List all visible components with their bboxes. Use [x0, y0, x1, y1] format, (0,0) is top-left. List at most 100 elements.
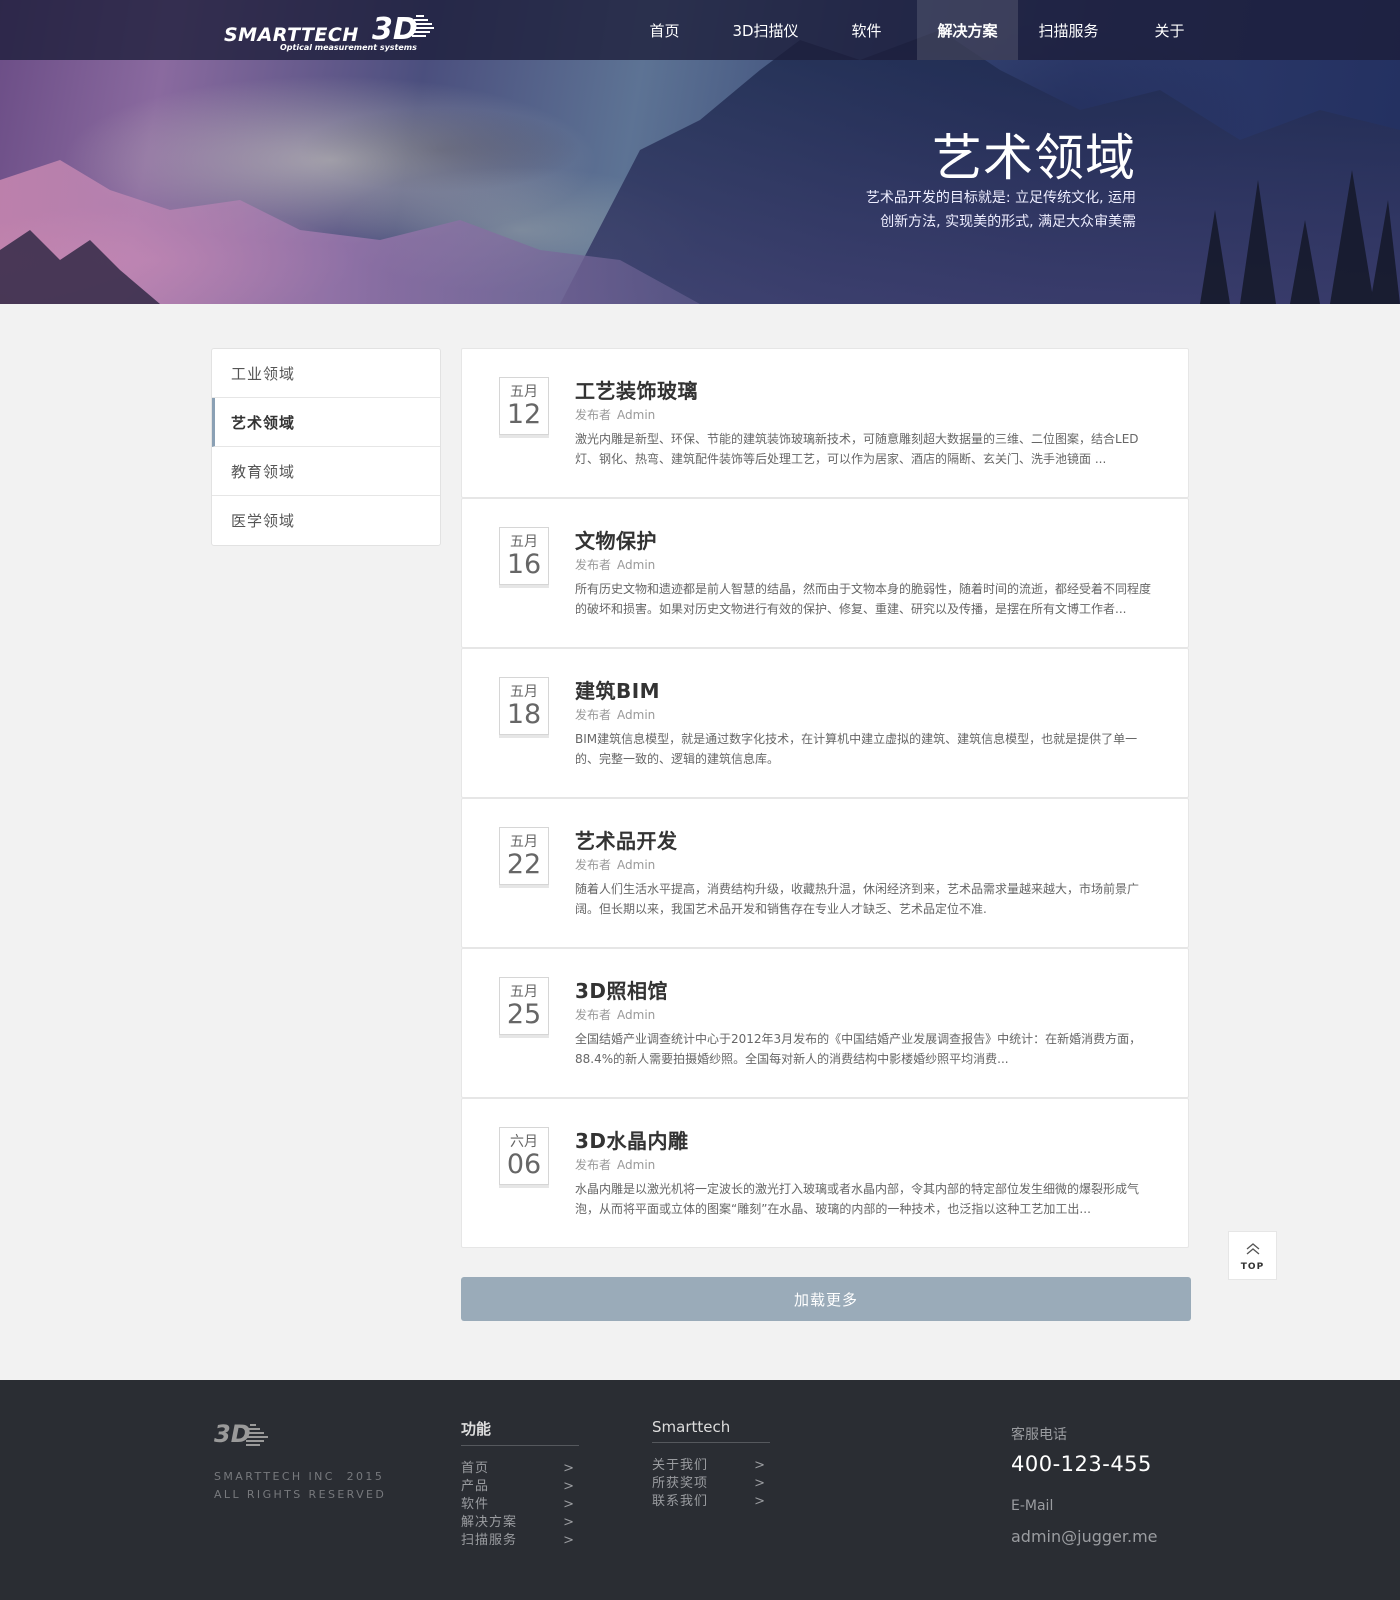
article-author: Admin [617, 1158, 656, 1172]
footer-link-label: 软件 [461, 1497, 490, 1512]
nav-item-software[interactable]: 软件 [816, 0, 917, 60]
chevron-right-icon: > [754, 1494, 766, 1509]
logo-tagline: Optical measurement systems [280, 43, 417, 52]
date-day: 25 [506, 999, 542, 1030]
date-badge: 五月 12 [499, 377, 549, 435]
date-badge: 五月 22 [499, 827, 549, 885]
date-month: 五月 [510, 834, 538, 850]
footer-link-software[interactable]: 软件 > [461, 1496, 575, 1514]
date-day: 06 [506, 1149, 542, 1180]
article-card[interactable]: 五月 16 文物保护 发布者 Admin 所有历史文物和遗迹都是前人智慧的结晶，然… [461, 498, 1189, 648]
author-label: 发布者 [575, 408, 612, 422]
footer-links: 关于我们 > 所获奖项 > 联系我们 > [652, 1457, 770, 1511]
footer-link-awards[interactable]: 所获奖项 > [652, 1475, 766, 1493]
article-title[interactable]: 文物保护 [575, 525, 657, 554]
date-badge: 五月 18 [499, 677, 549, 735]
date-month: 五月 [510, 984, 538, 1000]
article-card[interactable]: 五月 25 3D照相馆 发布者 Admin 全国结婚产业调查统计中心于2012年3… [461, 948, 1189, 1098]
author-label: 发布者 [575, 858, 612, 872]
hero-description: 艺术品开发的目标就是: 立足传统文化, 运用 创新方法, 实现美的形式, 满足大… [816, 186, 1136, 234]
footer-column-title: 功能 [461, 1418, 579, 1446]
sidebar-item-art[interactable]: 艺术领域 [212, 398, 440, 447]
chevron-right-icon: > [754, 1476, 766, 1491]
hero-banner: SMARTTECH 3D Optical measurement systems… [0, 0, 1400, 304]
date-day: 16 [506, 549, 542, 580]
site-footer: 3D SMARTTECH INC 2015 ALL RIGHTS RESERVE… [0, 1380, 1400, 1600]
article-excerpt: BIM建筑信息模型，就是通过数字化技术，在计算机中建立虚拟的建筑、建筑信息模型，… [575, 732, 1138, 766]
article-card[interactable]: 五月 18 建筑BIM 发布者 Admin BIM建筑信息模型，就是通过数字化技术… [461, 648, 1189, 798]
article-title[interactable]: 艺术品开发 [575, 825, 678, 854]
date-badge: 五月 25 [499, 977, 549, 1035]
footer-link-label: 所获奖项 [652, 1476, 709, 1491]
footer-link-label: 首页 [461, 1461, 490, 1476]
footer-link-home[interactable]: 首页 > [461, 1460, 575, 1478]
chevron-right-icon: > [563, 1497, 575, 1512]
date-badge: 五月 16 [499, 527, 549, 585]
date-day: 18 [506, 699, 542, 730]
load-more-button[interactable]: 加载更多 [461, 1277, 1191, 1321]
back-to-top-button[interactable]: TOP [1228, 1231, 1277, 1280]
footer-link-about-us[interactable]: 关于我们 > [652, 1457, 766, 1475]
phone-label: 客服电话 [1011, 1427, 1067, 1443]
footer-link-label: 扫描服务 [461, 1533, 518, 1548]
article-excerpt: 全国结婚产业调查统计中心于2012年3月发布的《中国结婚产业发展调查报告》中统计… [575, 1032, 1142, 1066]
nav-item-3d-scanner[interactable]: 3D扫描仪 [715, 0, 816, 60]
footer-contact: 客服电话 400-123-455 E-Mail admin@jugger.me [1011, 1424, 1158, 1546]
article-meta: 发布者 Admin [575, 556, 655, 573]
chevron-right-icon: > [563, 1515, 575, 1530]
phone-number[interactable]: 400-123-455 [1011, 1452, 1158, 1476]
date-badge: 六月 06 [499, 1127, 549, 1185]
footer-column-title: Smarttech [652, 1418, 770, 1443]
article-author: Admin [617, 408, 656, 422]
chevron-right-icon: > [563, 1479, 575, 1494]
top-navigation-bar: SMARTTECH 3D Optical measurement systems… [0, 0, 1400, 60]
footer-link-label: 产品 [461, 1479, 490, 1494]
article-meta: 发布者 Admin [575, 1156, 655, 1173]
article-title[interactable]: 工艺装饰玻璃 [575, 375, 698, 404]
main-nav: 首页 3D扫描仪 软件 解决方案 扫描服务 关于 [614, 0, 1220, 60]
article-excerpt: 随着人们生活水平提高，消费结构升级，收藏热升温，休闲经济到来，艺术品需求量越来越… [575, 882, 1140, 916]
author-label: 发布者 [575, 1158, 612, 1172]
date-day: 12 [506, 399, 542, 430]
footer-link-scan-service[interactable]: 扫描服务 > [461, 1532, 575, 1550]
email-address[interactable]: admin@jugger.me [1011, 1527, 1158, 1546]
article-excerpt: 水晶内雕是以激光机将一定波长的激光打入玻璃或者水晶内部，令其内部的特定部位发生细… [575, 1182, 1140, 1216]
article-title[interactable]: 建筑BIM [575, 675, 660, 704]
footer-link-products[interactable]: 产品 > [461, 1478, 575, 1496]
chevron-right-icon: > [754, 1458, 766, 1473]
nav-item-home[interactable]: 首页 [614, 0, 715, 60]
footer-column-functions: 功能 首页 > 产品 > 软件 > 解决方案 > 扫描服务 > [461, 1418, 579, 1550]
article-author: Admin [617, 1008, 656, 1022]
category-sidebar: 工业领域 艺术领域 教育领域 医学领域 [211, 348, 441, 546]
article-author: Admin [617, 558, 656, 572]
article-card[interactable]: 五月 12 工艺装饰玻璃 发布者 Admin 激光内雕是新型、环保、节能的建筑装饰… [461, 348, 1189, 498]
article-title[interactable]: 3D水晶内雕 [575, 1125, 689, 1154]
author-label: 发布者 [575, 708, 612, 722]
nav-item-about[interactable]: 关于 [1119, 0, 1220, 60]
footer-link-contact[interactable]: 联系我们 > [652, 1493, 766, 1511]
date-day: 22 [506, 849, 542, 880]
sidebar-item-education[interactable]: 教育领域 [212, 447, 440, 496]
author-label: 发布者 [575, 1008, 612, 1022]
date-month: 六月 [510, 1134, 538, 1150]
article-meta: 发布者 Admin [575, 856, 655, 873]
chevron-right-icon: > [563, 1461, 575, 1476]
footer-column-smarttech: Smarttech 关于我们 > 所获奖项 > 联系我们 > [652, 1418, 770, 1511]
footer-link-solutions[interactable]: 解决方案 > [461, 1514, 575, 1532]
sidebar-item-industry[interactable]: 工业领域 [212, 349, 440, 398]
double-chevron-up-icon [1246, 1243, 1260, 1255]
article-card[interactable]: 六月 06 3D水晶内雕 发布者 Admin 水晶内雕是以激光机将一定波长的激光打… [461, 1098, 1189, 1248]
article-author: Admin [617, 708, 656, 722]
hero-description-line: 创新方法, 实现美的形式, 满足大众审美需 [880, 214, 1136, 230]
date-month: 五月 [510, 534, 538, 550]
nav-item-scan-service[interactable]: 扫描服务 [1018, 0, 1119, 60]
article-card[interactable]: 五月 22 艺术品开发 发布者 Admin 随着人们生活水平提高，消费结构升级，收… [461, 798, 1189, 948]
date-month: 五月 [510, 384, 538, 400]
back-to-top-label: TOP [1240, 1262, 1265, 1272]
site-logo[interactable]: SMARTTECH 3D Optical measurement systems [224, 8, 434, 54]
article-meta: 发布者 Admin [575, 706, 655, 723]
nav-item-solutions[interactable]: 解决方案 [917, 0, 1018, 60]
sidebar-item-medical[interactable]: 医学领域 [212, 496, 440, 545]
article-title[interactable]: 3D照相馆 [575, 975, 668, 1004]
footer-link-label: 关于我们 [652, 1458, 709, 1473]
